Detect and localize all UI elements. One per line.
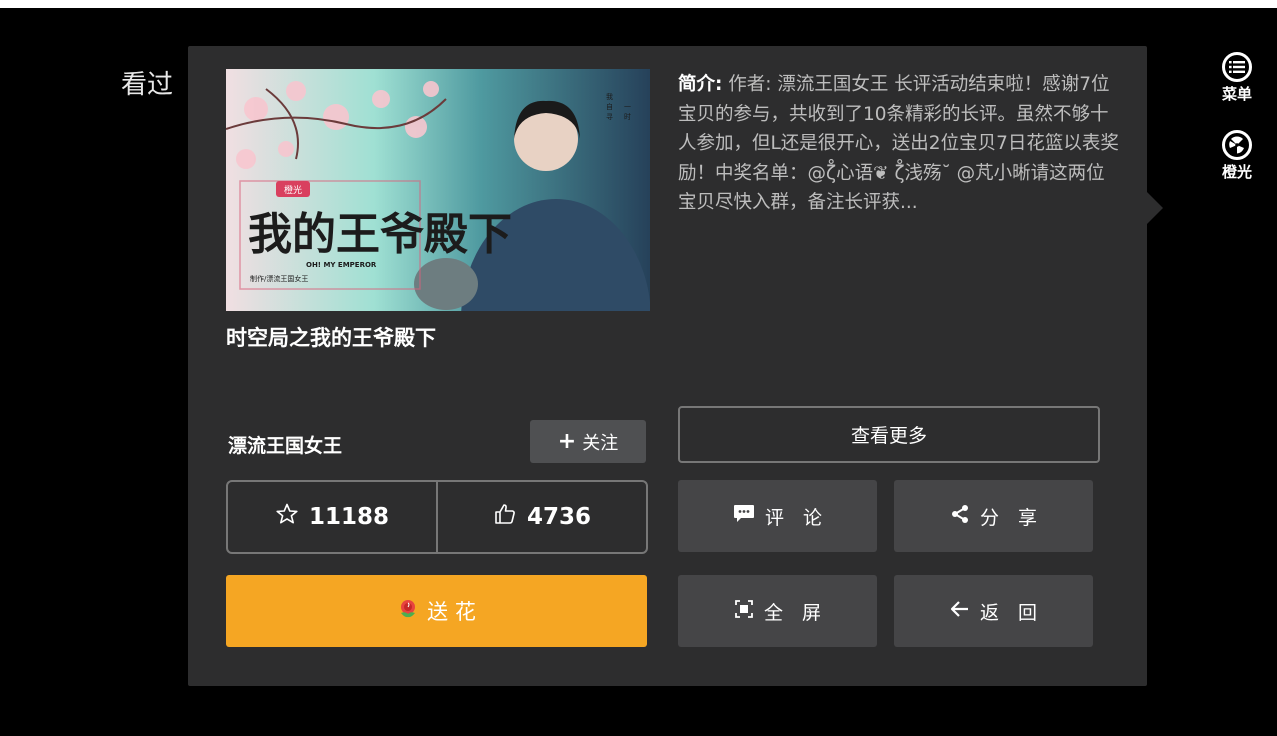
share-label: 分 享 [979,506,1037,529]
svg-text:时: 时 [624,112,631,121]
svg-text:自: 自 [606,102,613,111]
follow-label: 关注 [582,432,619,454]
view-more-button[interactable]: 查看更多 [678,406,1100,463]
menu-tool-button[interactable]: 菜单 [1206,52,1268,104]
stats-box: 11188 4736 [226,480,648,554]
back-button[interactable]: 返 回 [894,575,1093,647]
thumbs-up-icon [493,502,517,532]
fullscreen-label: 全 屏 [763,601,821,624]
arrow-left-icon [950,599,970,624]
svg-text:寻: 寻 [606,113,613,121]
orange-light-tool-button[interactable]: 橙光 [1206,130,1268,182]
back-label: 返 回 [979,601,1037,624]
send-flower-button[interactable]: 送 花 [226,575,647,647]
orange-light-tool-label: 橙光 [1221,163,1252,181]
star-icon [275,502,299,532]
summary-text: 作者: 漂流王国女王 长评活动结束啦！感谢7位宝贝的参与，共收到了10条精彩的长… [678,74,1119,213]
background-section-heading: 看过 [121,70,174,100]
author-name[interactable]: 漂流王国女王 [228,431,342,458]
flower-icon [397,598,419,625]
svg-text:我的王爷殿下: 我的王爷殿下 [248,209,512,260]
plus-icon: + [557,429,577,454]
like-count: 4736 [526,504,591,530]
top-edge-strip [0,0,1277,8]
favorite-button[interactable]: 11188 [228,482,436,552]
fullscreen-icon [734,599,754,624]
svg-text:制作/漂流王国女王: 制作/漂流王国女王 [250,274,308,283]
follow-button[interactable]: + 关注 [530,420,646,463]
share-icon [950,504,970,529]
book-cover-image[interactable]: 我的王爷殿下 橙光 OH! MY EMPEROR 制作/漂流王国女王 我自寻 一… [226,69,650,311]
svg-text:OH! MY EMPEROR: OH! MY EMPEROR [306,261,377,269]
panel-pointer-arrow [1147,192,1163,224]
comment-button[interactable]: 评 论 [678,480,877,552]
book-title: 时空局之我的王爷殿下 [226,326,436,350]
book-summary: 简介: 作者: 漂流王国女王 长评活动结束啦！感谢7位宝贝的参与，共收到了10条… [678,70,1120,218]
fullscreen-button[interactable]: 全 屏 [678,575,877,647]
svg-text:橙光: 橙光 [284,184,302,196]
like-button[interactable]: 4736 [436,482,646,552]
comment-label: 评 论 [764,506,822,529]
menu-tool-label: 菜单 [1221,85,1252,103]
book-detail-panel: 我的王爷殿下 橙光 OH! MY EMPEROR 制作/漂流王国女王 我自寻 一… [188,46,1147,686]
share-button[interactable]: 分 享 [894,480,1093,552]
svg-text:我: 我 [606,92,613,101]
orange-light-logo-icon [1222,130,1252,160]
favorite-count: 11188 [308,504,390,530]
menu-list-icon [1222,52,1252,82]
summary-label: 简介: [678,74,723,95]
svg-text:一: 一 [624,103,631,111]
send-flower-label: 送 花 [427,600,476,624]
side-toolbar: 菜单 橙光 [1206,52,1268,208]
comment-icon [733,504,755,529]
